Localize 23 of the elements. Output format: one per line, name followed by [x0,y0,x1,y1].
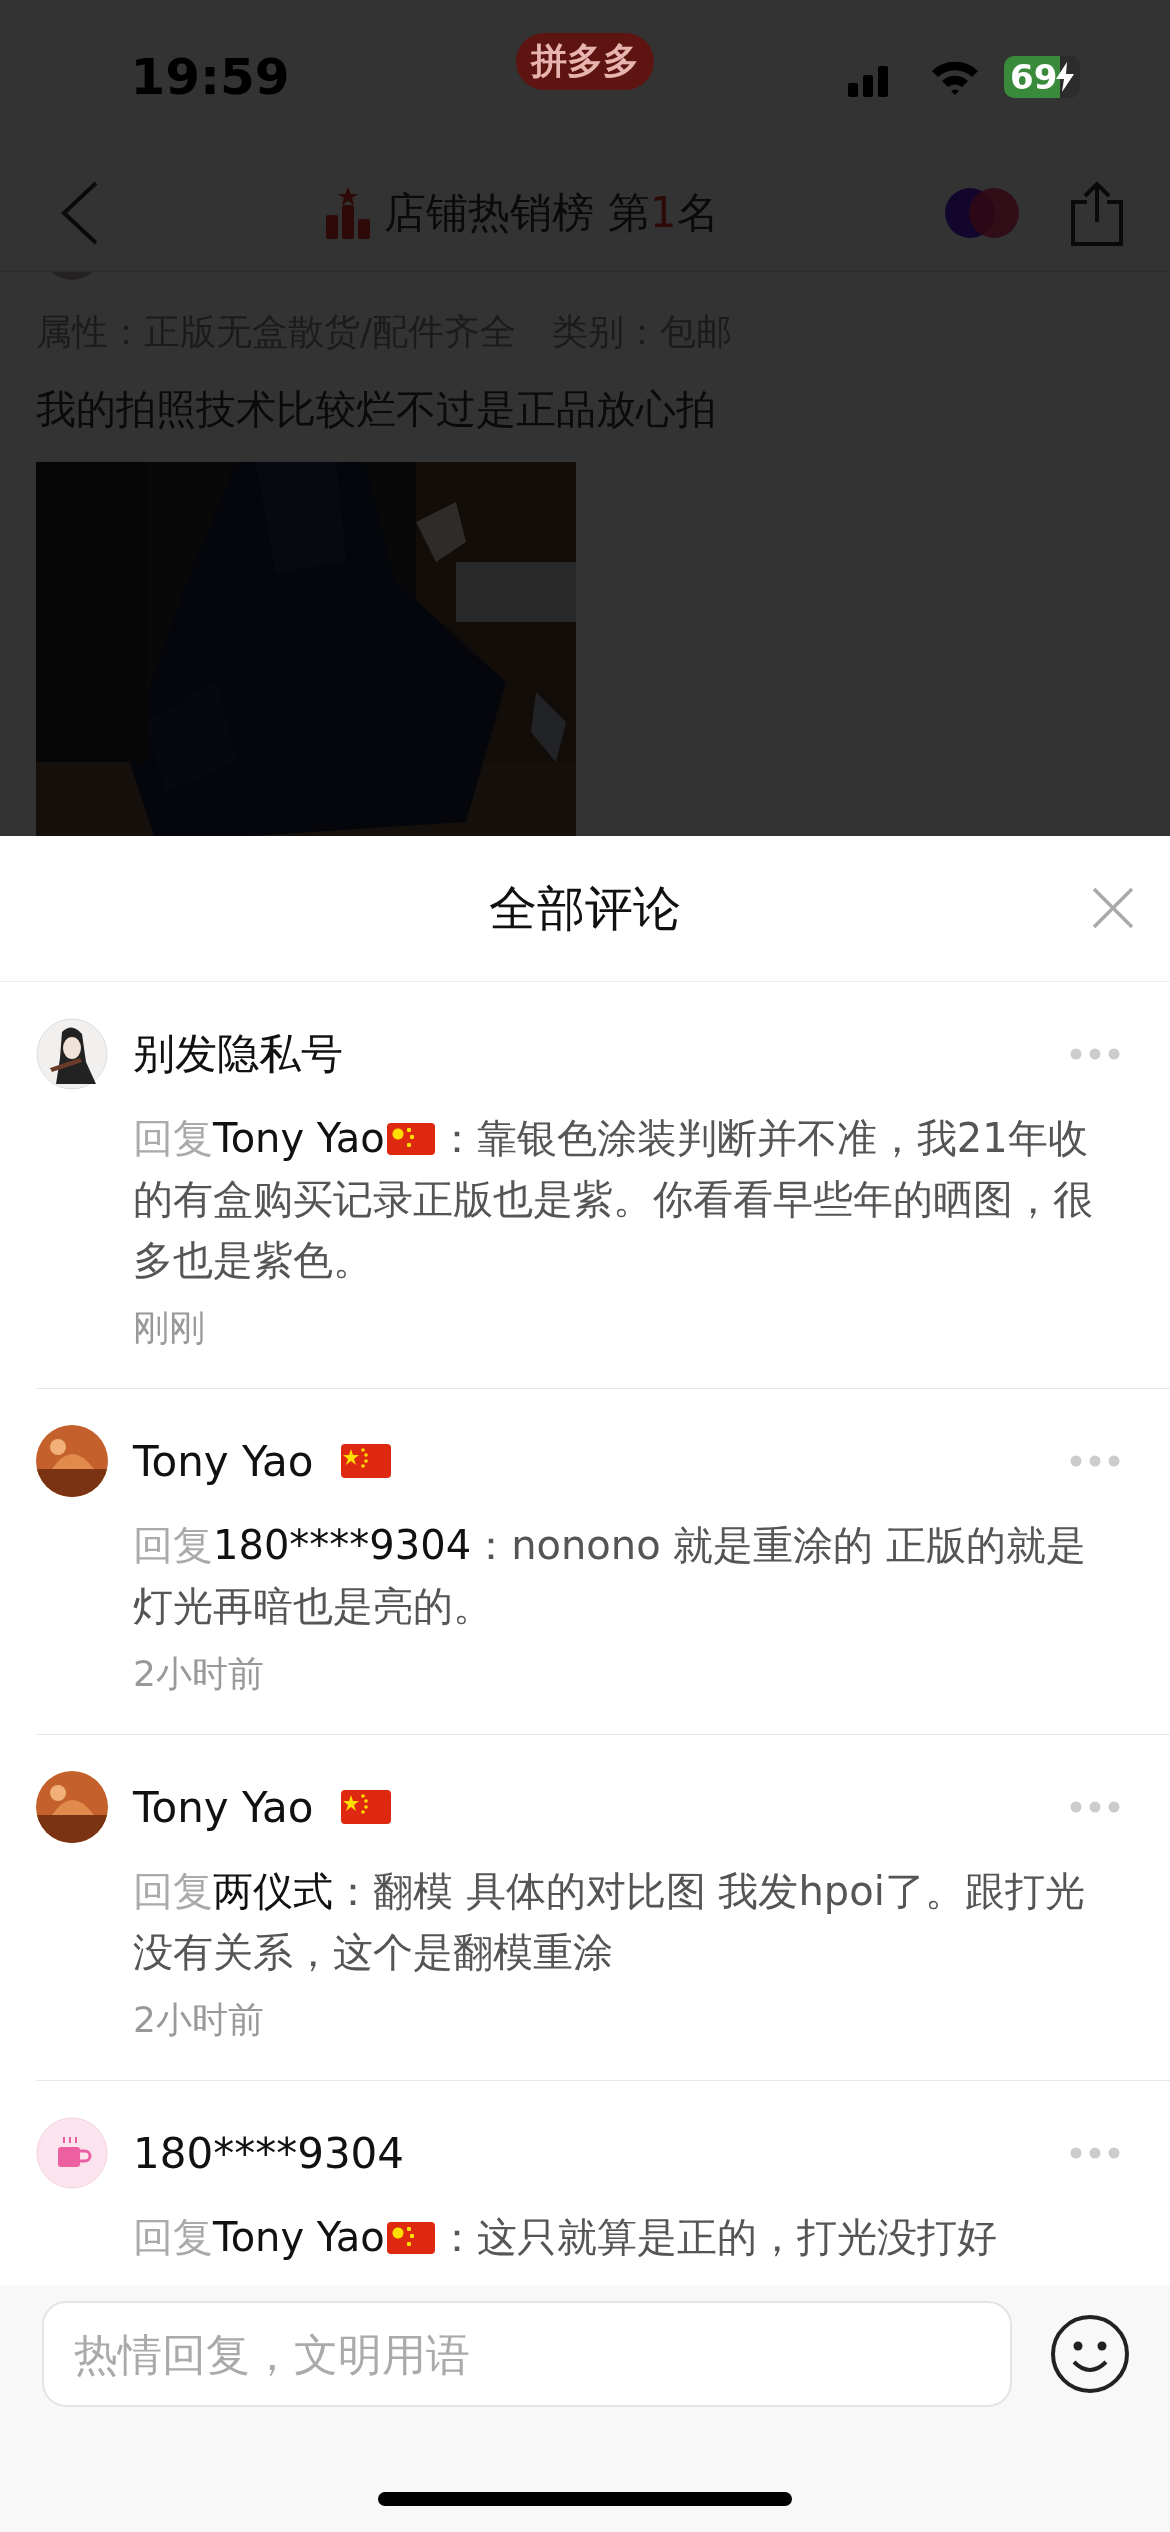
more-icon[interactable] [1070,1801,1120,1813]
more-icon[interactable] [1070,1048,1120,1060]
comment-text: 回复两仪式：翻模 具体的对比图 我发hpoi了。跟打光没有关系，这个是翻模重涂 [133,1867,1086,1977]
author-name[interactable]: Tony Yao [133,1782,314,1832]
comment-time: 刚刚 [133,1306,206,1350]
home-indicator[interactable] [378,2492,792,2506]
comment-time: 2小时前 [133,1652,265,1696]
reply-input-field[interactable]: 热情回复，文明用语 [42,2301,1012,2407]
author-name[interactable]: 别发隐私号 [133,1026,343,1082]
more-icon[interactable] [1070,2147,1120,2159]
close-icon[interactable] [1092,887,1134,929]
avatar[interactable] [36,1018,108,1090]
sheet-title: 全部评论 [489,878,681,938]
comment-text: 回复Tony Yao ：这只就算是正的，打光没打好 [133,2213,998,2262]
comment-text: 回复Tony Yao ：靠银色涂装判断并不准，我21年收的有盒购买记录正版也是紫。你看看早些年的晒图，很多也是紫色。 [133,1114,1094,1285]
app-badge: 拼多多 [516,33,654,90]
author-name[interactable]: 180****9304 [133,2128,405,2178]
comment-text: 回复180****9304：nonono 就是重涂的 正版的就是灯光再暗也是亮的。 [133,1521,1088,1631]
author-name[interactable]: Tony Yao [133,1436,314,1486]
comment-time: 2小时前 [133,1998,265,2042]
battery-icon: 69 [1004,56,1080,98]
emoji-icon[interactable] [1050,2314,1130,2394]
more-icon[interactable] [1070,1455,1120,1467]
